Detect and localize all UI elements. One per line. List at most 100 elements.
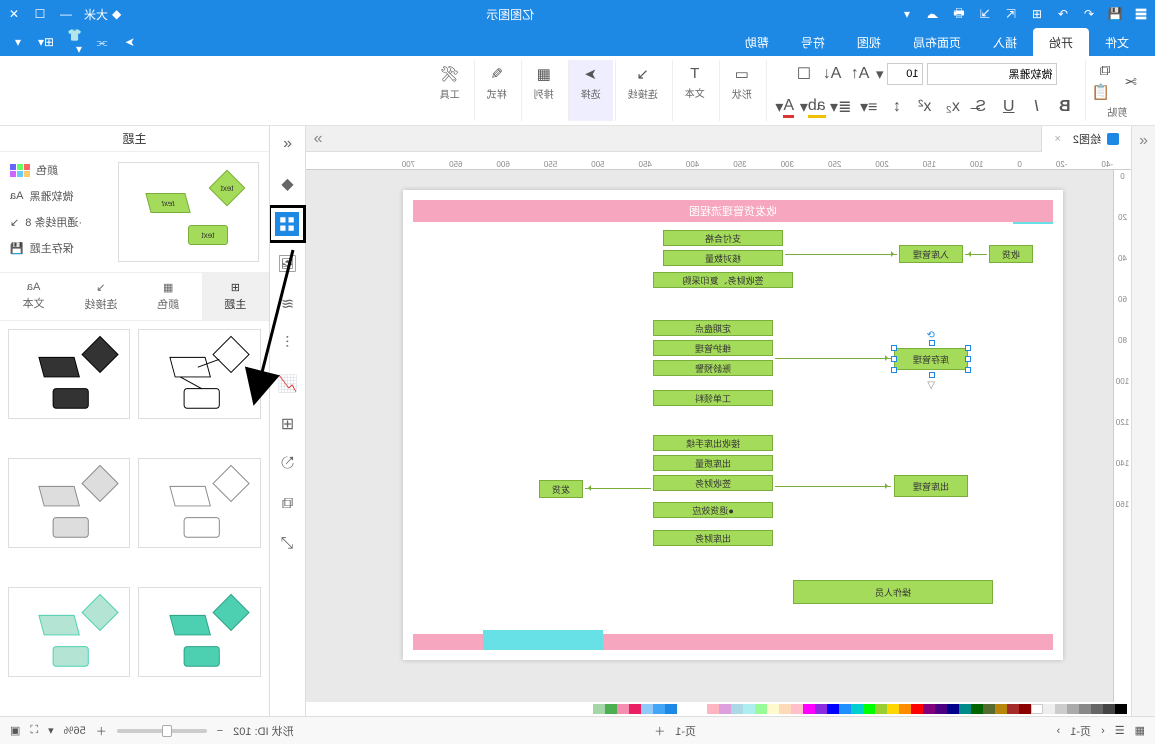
- fill-icon[interactable]: ◆: [276, 172, 300, 196]
- print-icon[interactable]: 🖶: [951, 6, 967, 22]
- line-button[interactable]: ↘连接线: [622, 62, 664, 104]
- strike-icon[interactable]: S̶: [969, 95, 993, 119]
- highlight-icon[interactable]: ab▾: [801, 95, 825, 119]
- menu-help[interactable]: 帮助: [729, 28, 785, 57]
- collapse-icon[interactable]: «: [276, 132, 300, 156]
- document-tab[interactable]: 绘图2 ×: [1041, 126, 1131, 152]
- theme-tab-theme[interactable]: ⊞主题: [202, 273, 269, 320]
- pointer-icon[interactable]: ➤: [122, 34, 138, 50]
- redo-icon[interactable]: ↷: [1055, 6, 1071, 22]
- left-collapse-handle[interactable]: «: [1131, 126, 1155, 716]
- page-tab[interactable]: 页-1: [1070, 723, 1091, 739]
- node-out5[interactable]: 出库财务: [653, 530, 773, 546]
- node-receive[interactable]: 收货: [989, 245, 1033, 263]
- close-icon[interactable]: ✕: [6, 6, 22, 22]
- style-button[interactable]: ✎样式: [481, 62, 513, 104]
- color-swatch-bar[interactable]: [306, 702, 1131, 716]
- menu-view[interactable]: 视图: [841, 28, 897, 57]
- view-grid-icon[interactable]: ▦: [1135, 724, 1145, 737]
- fit2-icon[interactable]: ▣: [10, 724, 20, 737]
- new-icon[interactable]: ⊞: [1029, 6, 1045, 22]
- shape-button[interactable]: ▭形状: [726, 62, 758, 104]
- theme-save-row[interactable]: 保存主题 💾: [10, 240, 110, 256]
- node-out4[interactable]: ●退货效应: [653, 502, 773, 518]
- undo-icon[interactable]: ↶: [1081, 6, 1097, 22]
- node-selected[interactable]: 库存管理: [894, 348, 968, 370]
- anchor-icon[interactable]: ▽: [927, 380, 935, 391]
- fit-icon[interactable]: ⛶: [30, 724, 38, 737]
- node-ship[interactable]: 发货: [539, 480, 583, 498]
- cloud-icon[interactable]: ☁: [925, 6, 941, 22]
- arrange-button[interactable]: ▦排列: [528, 62, 560, 104]
- image-icon[interactable]: 🖼: [276, 252, 300, 276]
- maximize-icon[interactable]: ☐: [32, 6, 48, 22]
- node-out3[interactable]: 签收财务: [653, 475, 773, 491]
- menu-insert[interactable]: 插入: [977, 28, 1033, 57]
- shirt-icon[interactable]: 👕▾: [66, 34, 82, 50]
- page-current[interactable]: 页-1: [675, 723, 696, 739]
- calc-icon[interactable]: ⊞: [276, 412, 300, 436]
- font-size-select[interactable]: [888, 63, 924, 85]
- chart-icon[interactable]: 📈: [276, 372, 300, 396]
- sup-icon[interactable]: x²: [913, 95, 937, 119]
- cut-button[interactable]: ✂: [1118, 70, 1143, 94]
- bold-icon[interactable]: B: [1053, 95, 1077, 119]
- theme-card[interactable]: [8, 587, 131, 677]
- canvas[interactable]: 收发货管理流程图 收货 入库管理 支付合格 核对数量 签收财务、复印采购 定期盘…: [306, 170, 1113, 702]
- menu-symbol[interactable]: 符号: [785, 28, 841, 57]
- node-operator[interactable]: 操作人员: [793, 580, 993, 604]
- fontcolor-icon[interactable]: A▾: [773, 95, 797, 119]
- theme-conn-row[interactable]: ·通用线条 8 ↘: [10, 214, 110, 230]
- paste-icon[interactable]: 📋: [1092, 83, 1111, 101]
- export-icon[interactable]: ⇱: [1003, 6, 1019, 22]
- menu-file[interactable]: 文件: [1089, 28, 1145, 57]
- font-box-icon[interactable]: ☐: [792, 62, 816, 86]
- chevron-down-icon[interactable]: ▾: [899, 6, 915, 22]
- copy-icon[interactable]: ⧉: [1092, 62, 1111, 79]
- node-check[interactable]: 核对数量: [663, 250, 783, 266]
- layout-icon[interactable]: ⧉: [276, 492, 300, 516]
- node-outmgmt[interactable]: 出库管理: [894, 475, 968, 497]
- page-add-icon[interactable]: ＋: [654, 723, 665, 739]
- zoom-in-icon[interactable]: ＋: [96, 723, 107, 739]
- node-age[interactable]: 账龄预警: [653, 360, 773, 376]
- select-button[interactable]: ➤选择: [575, 62, 607, 104]
- node-sign1[interactable]: 签收财务、复印采购: [653, 272, 793, 288]
- node-maint[interactable]: 维护管理: [653, 340, 773, 356]
- theme-panel-icon[interactable]: [276, 212, 300, 236]
- tab-close-icon[interactable]: ×: [1054, 133, 1060, 145]
- node-pay[interactable]: 支付合格: [663, 230, 783, 246]
- page-next[interactable]: ›: [1057, 725, 1061, 737]
- node-order[interactable]: 工单领料: [653, 390, 773, 406]
- zoom-slider[interactable]: [117, 729, 207, 733]
- underline-icon[interactable]: U: [997, 95, 1021, 119]
- font-name-select[interactable]: [928, 63, 1058, 85]
- theme-card[interactable]: [139, 458, 262, 548]
- export2-icon[interactable]: ⇲: [977, 6, 993, 22]
- italic-icon[interactable]: I: [1025, 95, 1049, 119]
- align-icon[interactable]: ≣▾: [829, 95, 853, 119]
- anchor2-icon[interactable]: ⎋: [276, 452, 300, 476]
- sub-icon[interactable]: x₂: [941, 95, 965, 119]
- theme-color-row[interactable]: 颜色: [10, 162, 110, 178]
- theme-card[interactable]: [8, 458, 131, 548]
- menu-start[interactable]: 开始: [1033, 28, 1089, 57]
- more1-icon[interactable]: ⫶: [276, 332, 300, 356]
- theme-card[interactable]: [139, 329, 262, 419]
- theme-tab-text[interactable]: Aa文本: [0, 273, 67, 320]
- theme-tab-color[interactable]: ▦颜色: [135, 273, 202, 320]
- collapse-right-icon[interactable]: »: [306, 130, 330, 148]
- theme-card[interactable]: [139, 587, 262, 677]
- save-icon[interactable]: 💾: [1107, 6, 1123, 22]
- zoom-out-icon[interactable]: −: [217, 725, 223, 737]
- theme-card[interactable]: [8, 329, 131, 419]
- minimize-icon[interactable]: —: [58, 6, 74, 22]
- spacing-icon[interactable]: ↕: [885, 95, 909, 119]
- page-prev[interactable]: ‹: [1101, 725, 1105, 737]
- tool-button[interactable]: 🛠工具: [434, 62, 466, 104]
- view-outline-icon[interactable]: ☰: [1115, 724, 1125, 737]
- user-badge[interactable]: ◆大米: [84, 6, 121, 23]
- node-out1[interactable]: 接收出库手续: [653, 435, 773, 451]
- grid-small-icon[interactable]: ⊞▾: [38, 34, 54, 50]
- node-count[interactable]: 定期盘点: [653, 320, 773, 336]
